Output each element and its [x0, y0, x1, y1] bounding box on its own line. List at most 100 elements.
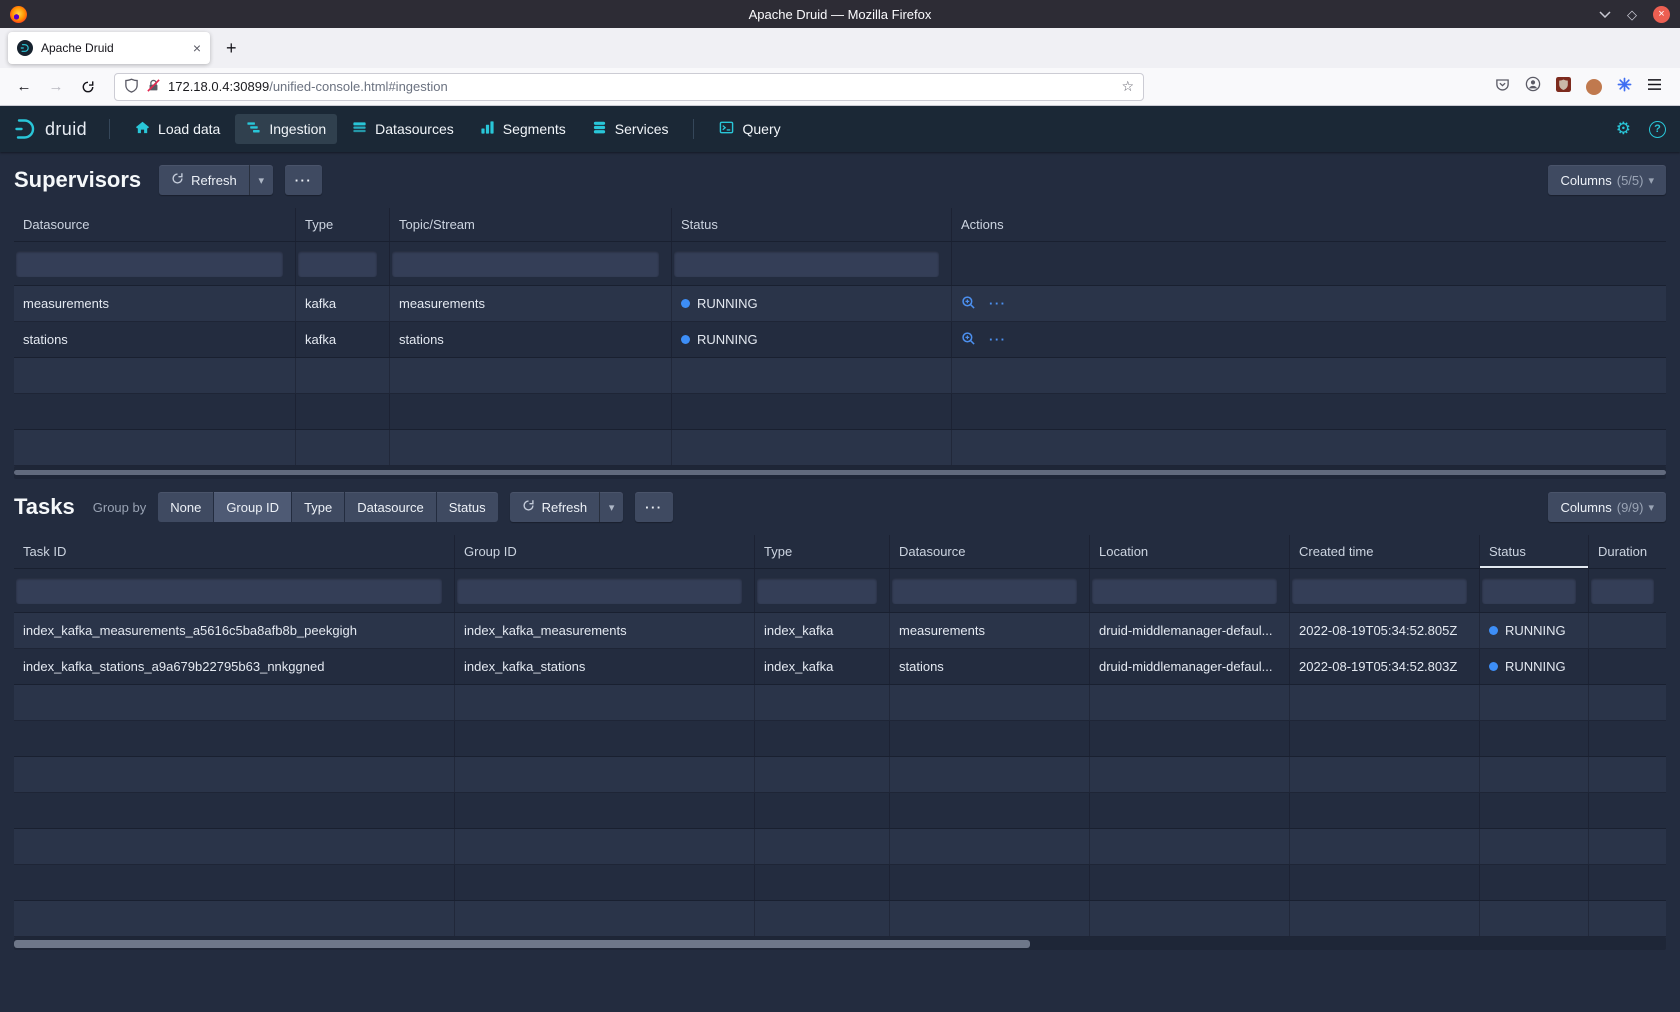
task-group-id: index_kafka_stations: [455, 649, 755, 684]
task-id: index_kafka_stations_a9a679b22795b63_nnk…: [14, 649, 455, 684]
task-location: druid-middlemanager-defaul...: [1090, 613, 1290, 648]
nav-services[interactable]: Services: [581, 114, 680, 144]
help-icon[interactable]: ?: [1649, 121, 1666, 138]
toolbar-right-icons: [1495, 76, 1670, 97]
tasks-columns-button[interactable]: Columns (9/9) ▾: [1548, 492, 1666, 522]
created-time-filter-input[interactable]: [1292, 578, 1467, 604]
scrollbar-thumb[interactable]: [14, 470, 1666, 475]
column-header-datasource[interactable]: Datasource: [890, 535, 1090, 568]
task-group-id: index_kafka_measurements: [455, 613, 755, 648]
task-id-filter-input[interactable]: [16, 578, 442, 604]
column-header-topic-stream[interactable]: Topic/Stream: [390, 208, 672, 241]
group-id-filter-input[interactable]: [457, 578, 742, 604]
row-more-actions-icon[interactable]: ···: [989, 332, 1007, 347]
supervisors-more-button[interactable]: ···: [285, 165, 323, 195]
tasks-title: Tasks: [14, 494, 75, 520]
window-minimize-button[interactable]: [1599, 11, 1611, 18]
scrollbar-thumb[interactable]: [14, 940, 1030, 948]
nav-load-data[interactable]: Load data: [124, 114, 231, 144]
nav-segments[interactable]: Segments: [469, 114, 577, 144]
magnify-detail-icon[interactable]: [961, 331, 976, 349]
group-by-status-button[interactable]: Status: [437, 492, 498, 522]
load-data-icon: [135, 120, 150, 138]
column-header-status[interactable]: Status: [672, 208, 952, 241]
magnify-detail-icon[interactable]: [961, 295, 976, 313]
tab-close-icon[interactable]: ×: [193, 40, 201, 56]
services-icon: [592, 120, 607, 138]
type-filter-input[interactable]: [298, 251, 377, 277]
firefox-window: Apache Druid — Mozilla Firefox ◇ × Apach…: [0, 0, 1680, 1012]
window-title: Apache Druid — Mozilla Firefox: [0, 7, 1680, 22]
column-header-task-id[interactable]: Task ID: [14, 535, 455, 568]
column-header-duration[interactable]: Duration: [1589, 535, 1666, 568]
ublock-extension-icon[interactable]: [1556, 77, 1571, 97]
columns-count: (9/9): [1617, 500, 1644, 515]
column-header-status-sorted[interactable]: Status: [1480, 535, 1589, 568]
location-filter-input[interactable]: [1092, 578, 1277, 604]
account-icon[interactable]: [1525, 76, 1541, 97]
group-by-group-id-button[interactable]: Group ID: [214, 492, 291, 522]
nav-query[interactable]: Query: [708, 114, 791, 144]
druid-logo-text: druid: [45, 119, 87, 140]
row-more-actions-icon[interactable]: ···: [989, 296, 1007, 311]
reload-button[interactable]: [74, 80, 102, 94]
running-status-dot: [1489, 626, 1498, 635]
column-header-actions[interactable]: Actions: [952, 208, 1666, 241]
pocket-icon[interactable]: [1495, 77, 1510, 97]
url-host: 172.18.0.4:30899: [168, 79, 269, 94]
window-close-button[interactable]: ×: [1653, 6, 1670, 23]
pinwheel-extension-icon[interactable]: [1617, 77, 1632, 97]
group-by-datasource-button[interactable]: Datasource: [345, 492, 435, 522]
duration-filter-input[interactable]: [1591, 578, 1654, 604]
nav-query-label: Query: [742, 121, 780, 137]
task-duration: [1589, 613, 1666, 648]
forward-button[interactable]: →: [42, 78, 70, 95]
window-titlebar: Apache Druid — Mozilla Firefox ◇ ×: [0, 0, 1680, 28]
column-header-datasource[interactable]: Datasource: [14, 208, 296, 241]
running-status-dot: [1489, 662, 1498, 671]
nav-ingestion[interactable]: Ingestion: [235, 114, 337, 144]
tasks-refresh-button[interactable]: Refresh: [510, 492, 600, 522]
supervisor-row: stations kafka stations RUNNING ···: [14, 322, 1666, 358]
settings-gear-icon[interactable]: ⚙: [1616, 119, 1631, 139]
menu-icon[interactable]: [1647, 78, 1662, 96]
datasource-filter-input[interactable]: [16, 251, 283, 277]
supervisors-refresh-label: Refresh: [191, 173, 237, 188]
tasks-refresh-caret[interactable]: ▾: [599, 492, 623, 522]
supervisor-status: RUNNING: [672, 322, 952, 357]
tracking-shield-icon[interactable]: [124, 78, 139, 96]
refresh-icon: [522, 499, 535, 515]
avatar-extension-icon[interactable]: [1586, 79, 1602, 95]
column-header-type[interactable]: Type: [755, 535, 890, 568]
bookmark-star-icon[interactable]: ☆: [1121, 78, 1134, 95]
browser-tab-apache-druid[interactable]: Apache Druid ×: [8, 32, 210, 64]
supervisors-section-head: Supervisors Refresh ▾ ··· Columns (5/5) …: [0, 152, 1680, 208]
nav-datasources[interactable]: Datasources: [341, 114, 465, 144]
supervisors-refresh-button[interactable]: Refresh: [159, 165, 249, 195]
column-header-location[interactable]: Location: [1090, 535, 1290, 568]
supervisors-columns-button[interactable]: Columns (5/5) ▾: [1548, 165, 1666, 195]
group-by-none-button[interactable]: None: [158, 492, 213, 522]
browser-toolbar: ← → 172.18.0.4:30899/unified-console.htm…: [0, 68, 1680, 106]
new-tab-button[interactable]: +: [220, 38, 243, 59]
back-button[interactable]: ←: [10, 78, 38, 95]
druid-logo[interactable]: druid: [14, 117, 87, 141]
nav-segments-label: Segments: [503, 121, 566, 137]
chevron-down-icon: ▾: [1648, 174, 1654, 187]
tasks-header-row: Task ID Group ID Type Datasource Locatio…: [14, 535, 1666, 569]
status-filter-input[interactable]: [674, 251, 939, 277]
window-maximize-button[interactable]: ◇: [1627, 8, 1637, 21]
supervisors-refresh-caret[interactable]: ▾: [249, 165, 273, 195]
column-header-type[interactable]: Type: [296, 208, 390, 241]
column-header-created-time[interactable]: Created time: [1290, 535, 1480, 568]
url-text: 172.18.0.4:30899/unified-console.html#in…: [168, 79, 1114, 94]
status-filter-input[interactable]: [1482, 578, 1576, 604]
group-by-type-button[interactable]: Type: [292, 492, 344, 522]
datasource-filter-input[interactable]: [892, 578, 1077, 604]
type-filter-input[interactable]: [757, 578, 877, 604]
topic-stream-filter-input[interactable]: [392, 251, 659, 277]
column-header-group-id[interactable]: Group ID: [455, 535, 755, 568]
url-bar[interactable]: 172.18.0.4:30899/unified-console.html#in…: [114, 73, 1144, 101]
tasks-more-button[interactable]: ···: [635, 492, 673, 522]
insecure-lock-icon[interactable]: [146, 78, 161, 96]
